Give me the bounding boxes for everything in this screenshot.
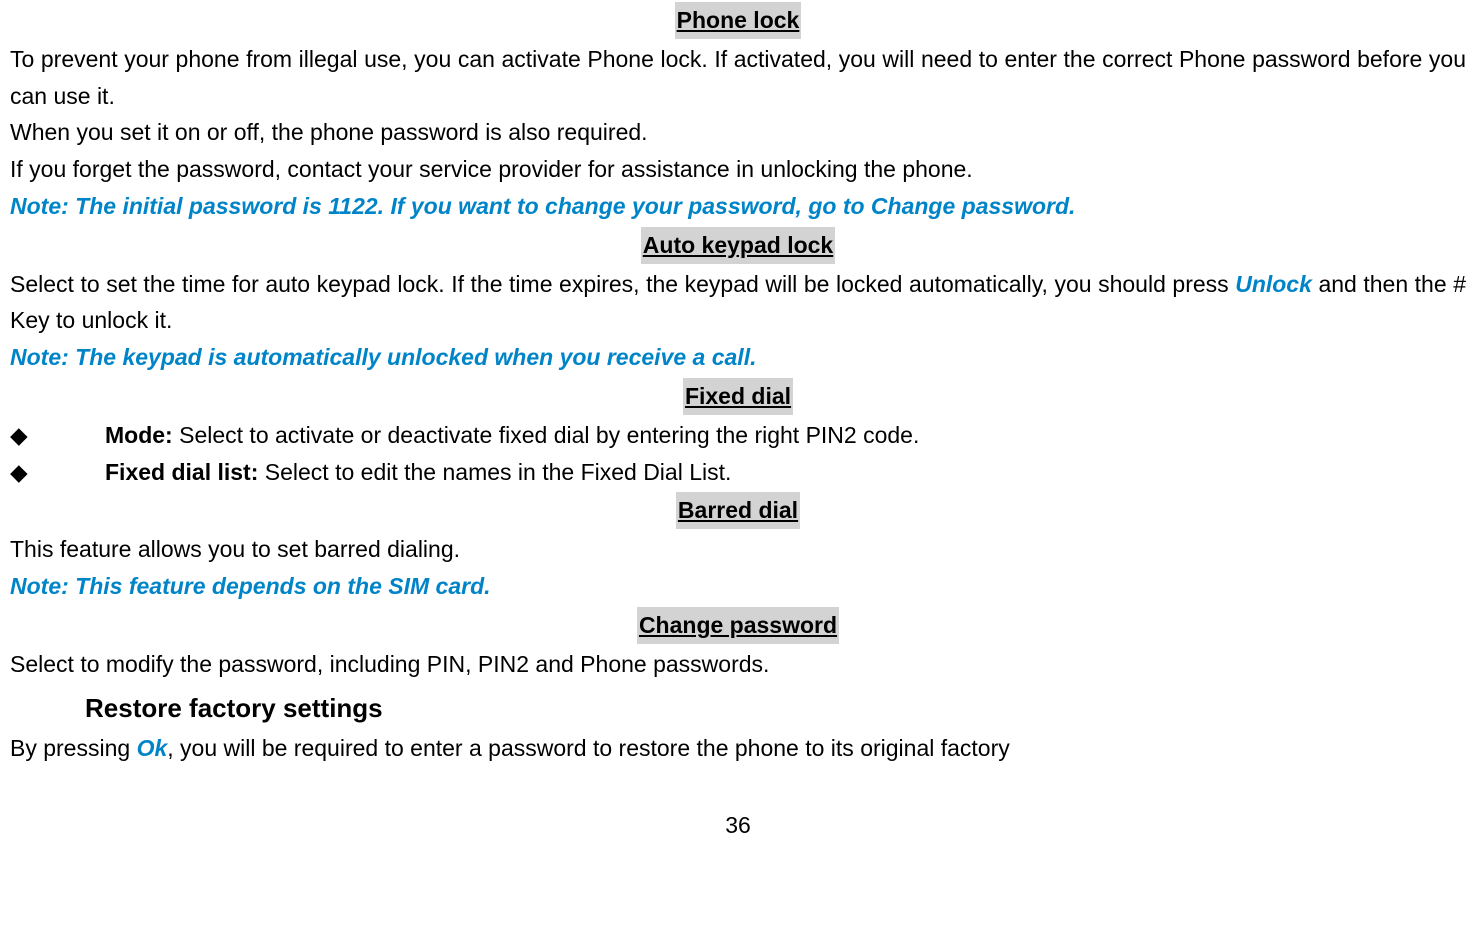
phone-lock-para-1: To prevent your phone from illegal use, …	[10, 41, 1466, 115]
heading-auto-keypad-wrapper: Auto keypad lock	[10, 227, 1466, 264]
bullet-label: Fixed dial list:	[105, 459, 258, 485]
bullet-text: Select to activate or deactivate fixed d…	[173, 422, 920, 448]
heading-change-password: Change password	[637, 607, 839, 644]
phone-lock-note: Note: The initial password is 1122. If y…	[10, 188, 1466, 225]
phone-lock-para-3: If you forget the password, contact your…	[10, 151, 1466, 188]
auto-keypad-text-a: Select to set the time for auto keypad l…	[10, 271, 1235, 297]
phone-lock-para-2: When you set it on or off, the phone pas…	[10, 114, 1466, 151]
auto-keypad-highlight-unlock: Unlock	[1235, 271, 1312, 297]
auto-keypad-note: Note: The keypad is automatically unlock…	[10, 339, 1466, 376]
bullet-diamond-icon: ◆	[10, 417, 105, 454]
heading-barred-dial-wrapper: Barred dial	[10, 492, 1466, 529]
bullet-text: Select to edit the names in the Fixed Di…	[258, 459, 731, 485]
heading-auto-keypad: Auto keypad lock	[641, 227, 835, 264]
page-number: 36	[10, 807, 1466, 844]
heading-change-password-wrapper: Change password	[10, 607, 1466, 644]
barred-dial-para: This feature allows you to set barred di…	[10, 531, 1466, 568]
bullet-content: Mode: Select to activate or deactivate f…	[105, 417, 1466, 454]
restore-highlight-ok: Ok	[137, 735, 168, 761]
bullet-label: Mode:	[105, 422, 173, 448]
heading-fixed-dial-wrapper: Fixed dial	[10, 378, 1466, 415]
change-password-para: Select to modify the password, including…	[10, 646, 1466, 683]
bullet-content: Fixed dial list: Select to edit the name…	[105, 454, 1466, 491]
heading-restore-factory: Restore factory settings	[85, 688, 1466, 730]
restore-text-a: By pressing	[10, 735, 137, 761]
heading-fixed-dial: Fixed dial	[683, 378, 793, 415]
heading-phone-lock-wrapper: Phone lock	[10, 2, 1466, 39]
heading-phone-lock: Phone lock	[675, 2, 802, 39]
auto-keypad-para-1: Select to set the time for auto keypad l…	[10, 266, 1466, 340]
bullet-diamond-icon: ◆	[10, 454, 105, 491]
restore-text-c: , you will be required to enter a passwo…	[167, 735, 1010, 761]
heading-barred-dial: Barred dial	[676, 492, 800, 529]
fixed-dial-bullet-1: ◆ Mode: Select to activate or deactivate…	[10, 417, 1466, 454]
barred-dial-note: Note: This feature depends on the SIM ca…	[10, 568, 1466, 605]
restore-para: By pressing Ok, you will be required to …	[10, 730, 1466, 767]
fixed-dial-bullet-2: ◆ Fixed dial list: Select to edit the na…	[10, 454, 1466, 491]
document-page: Phone lock To prevent your phone from il…	[10, 2, 1466, 844]
